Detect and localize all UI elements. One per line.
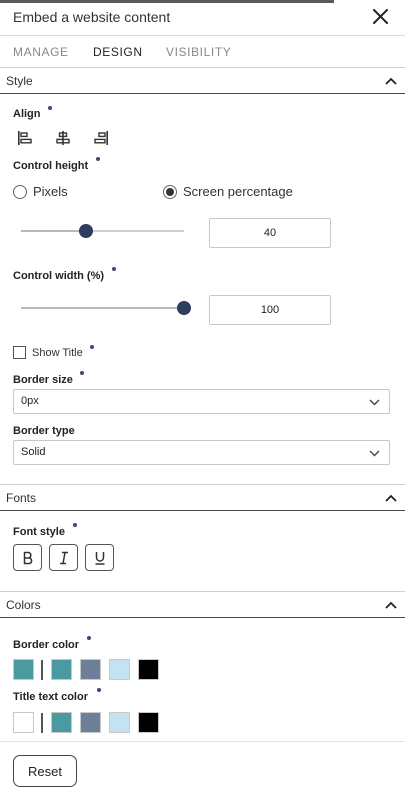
radio-screen-percentage-label: Screen percentage [183,184,293,199]
slider-fill [21,230,87,232]
fonts-section-title: Fonts [6,491,37,505]
chevron-up-icon [385,494,397,502]
border-type-label: Border type [13,425,75,437]
swatch-separator [41,660,43,680]
info-dot-icon [48,106,52,110]
show-title-checkbox[interactable] [13,346,26,359]
info-dot-icon [90,345,94,349]
title-text-color-swatch[interactable] [80,712,101,733]
title-text-color-swatch[interactable] [109,712,130,733]
italic-icon [60,551,68,565]
info-dot-icon [112,267,116,271]
align-right-icon[interactable] [93,130,109,146]
info-dot-icon [80,371,84,375]
align-left-icon[interactable] [17,130,33,146]
style-section-title: Style [6,74,33,88]
italic-button[interactable] [49,544,78,571]
title-text-color-label: Title text color [13,691,88,703]
slider-fill [21,307,184,309]
chevron-down-icon [369,450,380,457]
chevron-up-icon [385,601,397,609]
control-width-label: Control width (%) [13,270,105,282]
border-color-swatch[interactable] [80,659,101,680]
border-type-value: Solid [21,446,46,458]
border-type-select[interactable]: Solid [13,440,390,465]
tab-visibility[interactable]: VISIBILITY [166,45,231,59]
align-label: Align [13,108,41,120]
info-dot-icon [97,688,101,692]
info-dot-icon [96,157,100,161]
underline-button[interactable] [85,544,114,571]
info-dot-icon [87,636,91,640]
slider-thumb[interactable] [79,224,94,238]
radio-pixels-label: Pixels [33,184,68,199]
font-style-label: Font style [13,526,65,538]
show-title-label: Show Title [32,347,83,359]
title-text-color-swatch[interactable] [51,712,72,733]
control-height-input[interactable] [209,218,331,248]
control-height-label: Control height [13,160,89,172]
control-width-input[interactable] [209,295,331,325]
tab-manage[interactable]: MANAGE [13,45,69,59]
border-size-select[interactable]: 0px [13,389,390,414]
border-color-swatch[interactable] [51,659,72,680]
chevron-up-icon [385,77,397,85]
colors-section-header[interactable]: Colors [0,591,405,618]
bold-button[interactable] [13,544,42,571]
tab-design[interactable]: DESIGN [93,45,143,59]
control-height-slider[interactable] [21,224,184,238]
bold-icon [23,551,33,565]
border-color-swatch[interactable] [109,659,130,680]
fonts-section-header[interactable]: Fonts [0,484,405,511]
style-section-header[interactable]: Style [0,67,405,94]
border-color-swatch[interactable] [138,659,159,680]
chevron-down-icon [369,399,380,406]
reset-button[interactable]: Reset [13,755,77,787]
border-color-label: Border color [13,639,80,651]
radio-pixels[interactable] [13,185,27,199]
close-icon[interactable] [372,8,389,25]
title-text-color-swatch[interactable] [138,712,159,733]
slider-thumb[interactable] [177,301,191,315]
info-dot-icon [73,523,77,527]
control-width-slider[interactable] [21,301,191,315]
align-center-icon[interactable] [55,130,71,146]
swatch-separator [41,713,43,733]
title-text-color-current-swatch[interactable] [13,712,34,733]
border-size-value: 0px [21,395,39,407]
footer-divider [0,741,405,742]
underline-icon [95,552,105,565]
border-size-label: Border size [13,374,73,386]
border-color-current-swatch[interactable] [13,659,34,680]
panel-title: Embed a website content [13,9,171,25]
radio-screen-percentage[interactable] [163,185,177,199]
colors-section-title: Colors [6,598,41,612]
panel-header: Embed a website content [0,3,405,36]
tab-bar: MANAGE DESIGN VISIBILITY [0,37,405,67]
